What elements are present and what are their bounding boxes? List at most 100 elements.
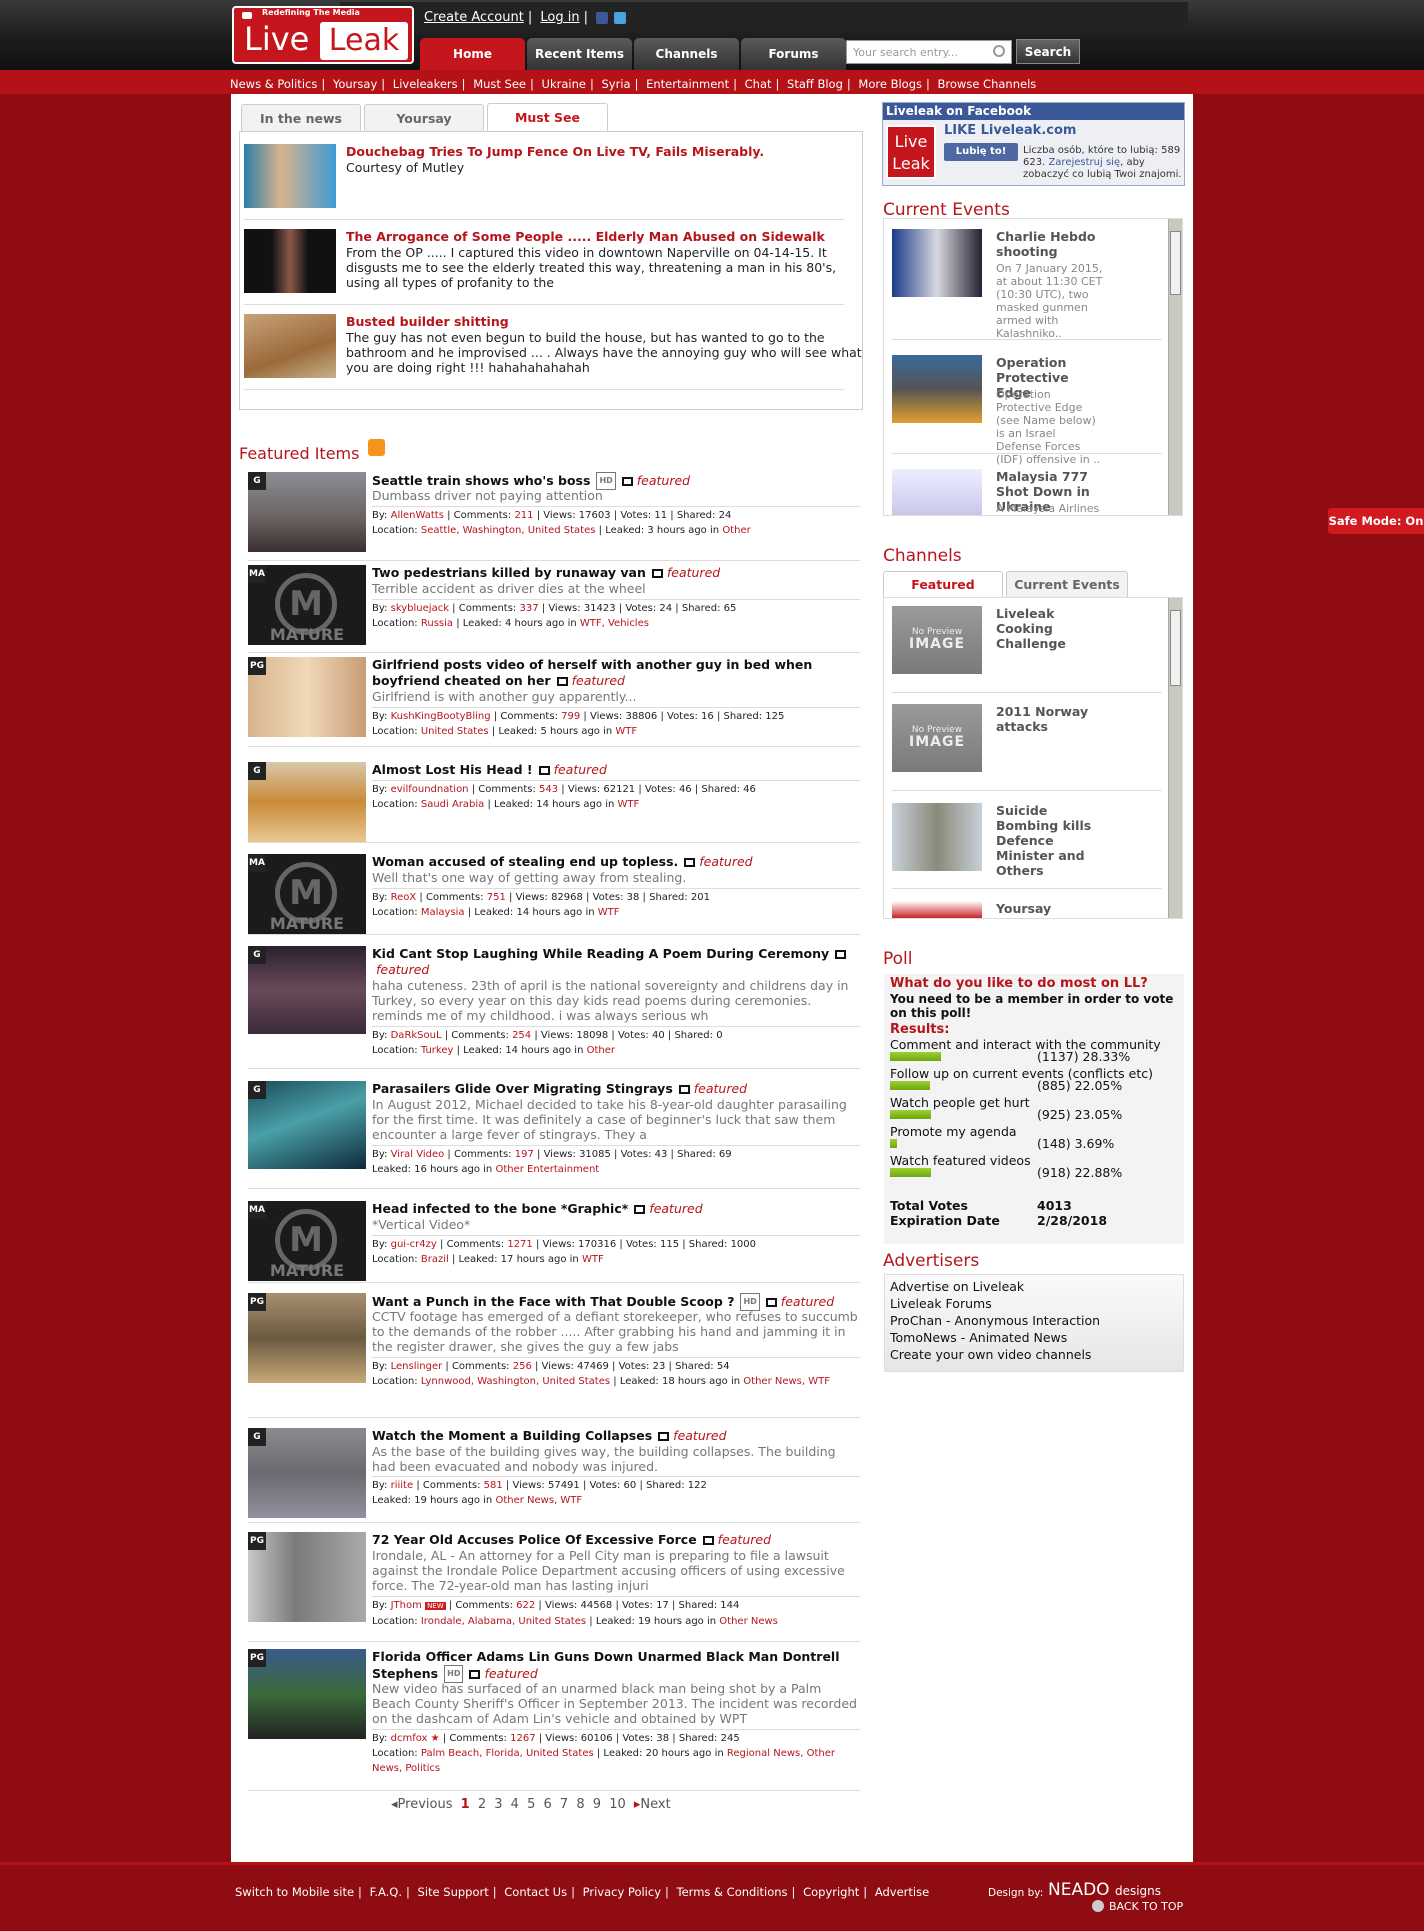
title-text[interactable]: Head infected to the bone *Graphic* bbox=[372, 1201, 628, 1216]
liveleak-logo[interactable]: Redefining The Media Live Leak bbox=[232, 6, 414, 64]
author-link[interactable]: AllenWatts bbox=[391, 510, 444, 521]
create-account-link[interactable]: Create Account bbox=[424, 10, 524, 25]
event-title[interactable]: Charlie Hebdo shooting bbox=[996, 229, 1104, 259]
channel-item[interactable]: No Preview IMAGE 2011 Norway attacks bbox=[892, 704, 1102, 794]
current-event-item[interactable]: Charlie Hebdo shooting On 7 January 2015… bbox=[892, 229, 1104, 340]
featured-title[interactable]: Almost Lost His Head ! featured bbox=[372, 762, 862, 778]
video-thumbnail[interactable]: PG bbox=[248, 657, 366, 737]
featured-title[interactable]: 72 Year Old Accuses Police Of Excessive … bbox=[372, 1532, 862, 1548]
channel-item[interactable]: No Preview IMAGE Liveleak Cooking Challen… bbox=[892, 606, 1102, 696]
video-thumbnail[interactable]: G bbox=[248, 472, 366, 552]
log-in-link[interactable]: Log in bbox=[540, 10, 579, 25]
tab-featured[interactable]: Featured bbox=[883, 571, 1003, 597]
event-thumbnail[interactable] bbox=[892, 469, 982, 515]
twitter-icon[interactable] bbox=[614, 11, 627, 24]
featured-title[interactable]: Watch the Moment a Building Collapses fea… bbox=[372, 1428, 862, 1444]
news-item[interactable]: Douchebag Tries To Jump Fence On Live TV… bbox=[244, 144, 864, 210]
author-link[interactable]: Viral Video bbox=[391, 1149, 445, 1160]
author-link[interactable]: dcmfox bbox=[391, 1733, 428, 1744]
featured-title[interactable]: Parasailers Glide Over Migrating Stingra… bbox=[372, 1081, 862, 1097]
title-text[interactable]: Woman accused of stealing end up topless… bbox=[372, 854, 678, 869]
comments-link[interactable]: 581 bbox=[484, 1480, 503, 1491]
tab-current-events[interactable]: Current Events bbox=[1006, 571, 1128, 597]
location-link[interactable]: Turkey bbox=[421, 1045, 454, 1056]
subnav-yoursay[interactable]: Yoursay bbox=[333, 77, 377, 91]
author-link[interactable]: ReoX bbox=[391, 892, 417, 903]
featured-title[interactable]: Two pedestrians killed by runaway van fea… bbox=[372, 565, 862, 581]
featured-item[interactable]: G Watch the Moment a Building Collapses f… bbox=[248, 1428, 860, 1528]
footer-terms[interactable]: Terms & Conditions bbox=[677, 1885, 788, 1899]
video-thumbnail[interactable]: M MATURE MA bbox=[248, 854, 366, 934]
advertiser-link[interactable]: Liveleak Forums bbox=[890, 1296, 992, 1311]
footer-site-support[interactable]: Site Support bbox=[418, 1885, 489, 1899]
nav-channels[interactable]: Channels bbox=[634, 38, 739, 70]
category-link[interactable]: WTF bbox=[618, 799, 640, 810]
featured-item[interactable]: G Parasailers Glide Over Migrating Sting… bbox=[248, 1081, 860, 1181]
featured-item[interactable]: G Seattle train shows who's boss HD featur… bbox=[248, 472, 860, 554]
subnav-syria[interactable]: Syria bbox=[602, 77, 631, 91]
nav-forums[interactable]: Forums bbox=[741, 38, 846, 70]
pager-page[interactable]: 2 bbox=[478, 1797, 486, 1812]
featured-item[interactable]: M MATURE MA Two pedestrians killed by runa… bbox=[248, 565, 860, 647]
advertiser-link[interactable]: ProChan - Anonymous Interaction bbox=[890, 1313, 1100, 1328]
subnav-news-politics[interactable]: News & Politics bbox=[230, 77, 317, 91]
safe-mode-toggle[interactable]: Safe Mode: On bbox=[1328, 508, 1424, 534]
featured-item[interactable]: PG Florida Officer Adams Lin Guns Down U… bbox=[248, 1649, 860, 1779]
news-item[interactable]: The Arrogance of Some People ..... Elder… bbox=[244, 229, 864, 295]
current-event-item[interactable]: Operation Protective Edge Operation Prot… bbox=[892, 355, 1102, 466]
advertiser-link[interactable]: TomoNews - Animated News bbox=[890, 1330, 1067, 1345]
title-text[interactable]: Watch the Moment a Building Collapses bbox=[372, 1428, 652, 1443]
pager-page[interactable]: 10 bbox=[609, 1797, 626, 1812]
category-link[interactable]: Other bbox=[722, 525, 750, 536]
neado-logo[interactable]: NEADO designs bbox=[1048, 1880, 1161, 1900]
author-link[interactable]: gui-cr4zy bbox=[391, 1239, 437, 1250]
news-title[interactable]: Busted builder shitting bbox=[346, 314, 509, 329]
subnav-ukraine[interactable]: Ukraine bbox=[542, 77, 586, 91]
back-to-top[interactable]: BACK TO TOP bbox=[1092, 1900, 1183, 1913]
video-thumbnail[interactable]: PG bbox=[248, 1649, 366, 1739]
category-link[interactable]: Other News, WTF bbox=[495, 1495, 582, 1506]
facebook-icon[interactable] bbox=[596, 11, 609, 24]
subnav-liveleakers[interactable]: Liveleakers bbox=[393, 77, 458, 91]
category-link[interactable]: WTF bbox=[615, 726, 637, 737]
location-link[interactable]: Russia bbox=[421, 618, 453, 629]
author-link[interactable]: DaRkSouL bbox=[391, 1030, 442, 1041]
tab-must-see[interactable]: Must See bbox=[487, 103, 608, 132]
title-text[interactable]: Almost Lost His Head ! bbox=[372, 762, 533, 777]
footer-copyright[interactable]: Copyright bbox=[803, 1885, 859, 1899]
featured-title[interactable]: Kid Cant Stop Laughing While Reading A P… bbox=[372, 946, 862, 978]
channel-thumbnail[interactable] bbox=[892, 901, 982, 918]
video-thumbnail[interactable]: G bbox=[248, 1428, 366, 1518]
register-link[interactable]: Zarejestruj się bbox=[1048, 157, 1120, 168]
location-link[interactable]: Seattle, Washington, United States bbox=[421, 525, 596, 536]
featured-title[interactable]: Girlfriend posts video of herself with a… bbox=[372, 657, 862, 689]
video-thumbnail[interactable]: PG bbox=[248, 1293, 366, 1383]
facebook-like-title[interactable]: LIKE Liveleak.com bbox=[944, 123, 1076, 138]
current-events-scrollbar[interactable] bbox=[1168, 219, 1182, 515]
comments-link[interactable]: 622 bbox=[516, 1600, 535, 1611]
news-thumbnail[interactable] bbox=[244, 314, 336, 378]
video-thumbnail[interactable]: M MATURE MA bbox=[248, 1201, 366, 1281]
video-thumbnail[interactable]: G bbox=[248, 1081, 366, 1169]
nav-home[interactable]: Home bbox=[420, 38, 525, 70]
author-link[interactable]: riiite bbox=[391, 1480, 414, 1491]
liveleak-small-logo[interactable]: Live Leak bbox=[886, 125, 936, 179]
footer-mobile[interactable]: Switch to Mobile site bbox=[235, 1885, 354, 1899]
comments-link[interactable]: 1267 bbox=[510, 1733, 535, 1744]
subnav-entertainment[interactable]: Entertainment bbox=[646, 77, 729, 91]
title-text[interactable]: Two pedestrians killed by runaway van bbox=[372, 565, 646, 580]
pager-page[interactable]: 6 bbox=[544, 1797, 552, 1812]
category-link[interactable]: WTF bbox=[582, 1254, 604, 1265]
title-text[interactable]: Want a Punch in the Face with That Doubl… bbox=[372, 1294, 734, 1309]
footer-faq[interactable]: F.A.Q. bbox=[370, 1885, 402, 1899]
category-link[interactable]: Other News bbox=[719, 1616, 778, 1627]
search-input[interactable]: Your search entry... bbox=[846, 40, 1012, 64]
tab-yoursay[interactable]: Yoursay bbox=[364, 104, 484, 132]
pager-next[interactable]: Next bbox=[640, 1797, 670, 1812]
location-link[interactable]: Palm Beach, Florida, United States bbox=[421, 1748, 594, 1759]
pager-page[interactable]: 4 bbox=[511, 1797, 519, 1812]
current-events-list[interactable]: Charlie Hebdo shooting On 7 January 2015… bbox=[883, 218, 1183, 516]
video-thumbnail[interactable]: M MATURE MA bbox=[248, 565, 366, 645]
nav-recent-items[interactable]: Recent Items bbox=[527, 38, 632, 70]
news-title[interactable]: Douchebag Tries To Jump Fence On Live TV… bbox=[346, 144, 764, 159]
